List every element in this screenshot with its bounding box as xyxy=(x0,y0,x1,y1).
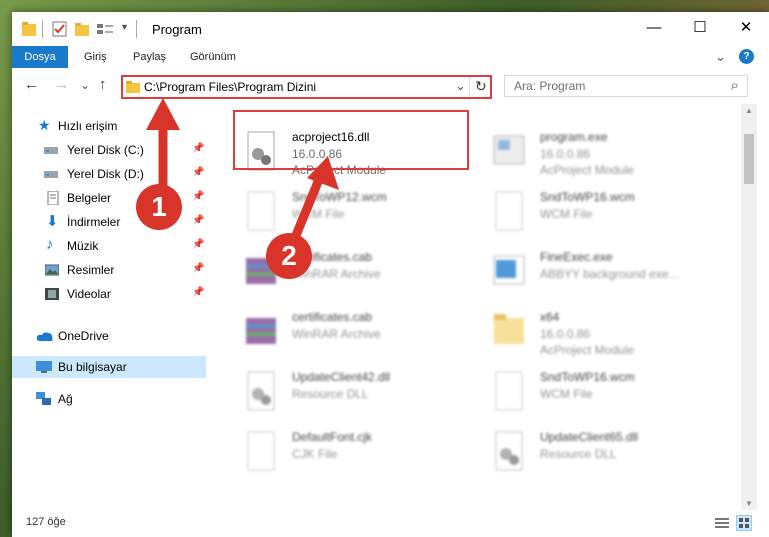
annotation-arrows xyxy=(146,98,339,252)
step-2-badge: 2 xyxy=(266,233,312,279)
step-1-badge: 1 xyxy=(136,184,182,230)
arrow-diag-head xyxy=(307,156,339,190)
arrow-up-head xyxy=(146,98,180,130)
